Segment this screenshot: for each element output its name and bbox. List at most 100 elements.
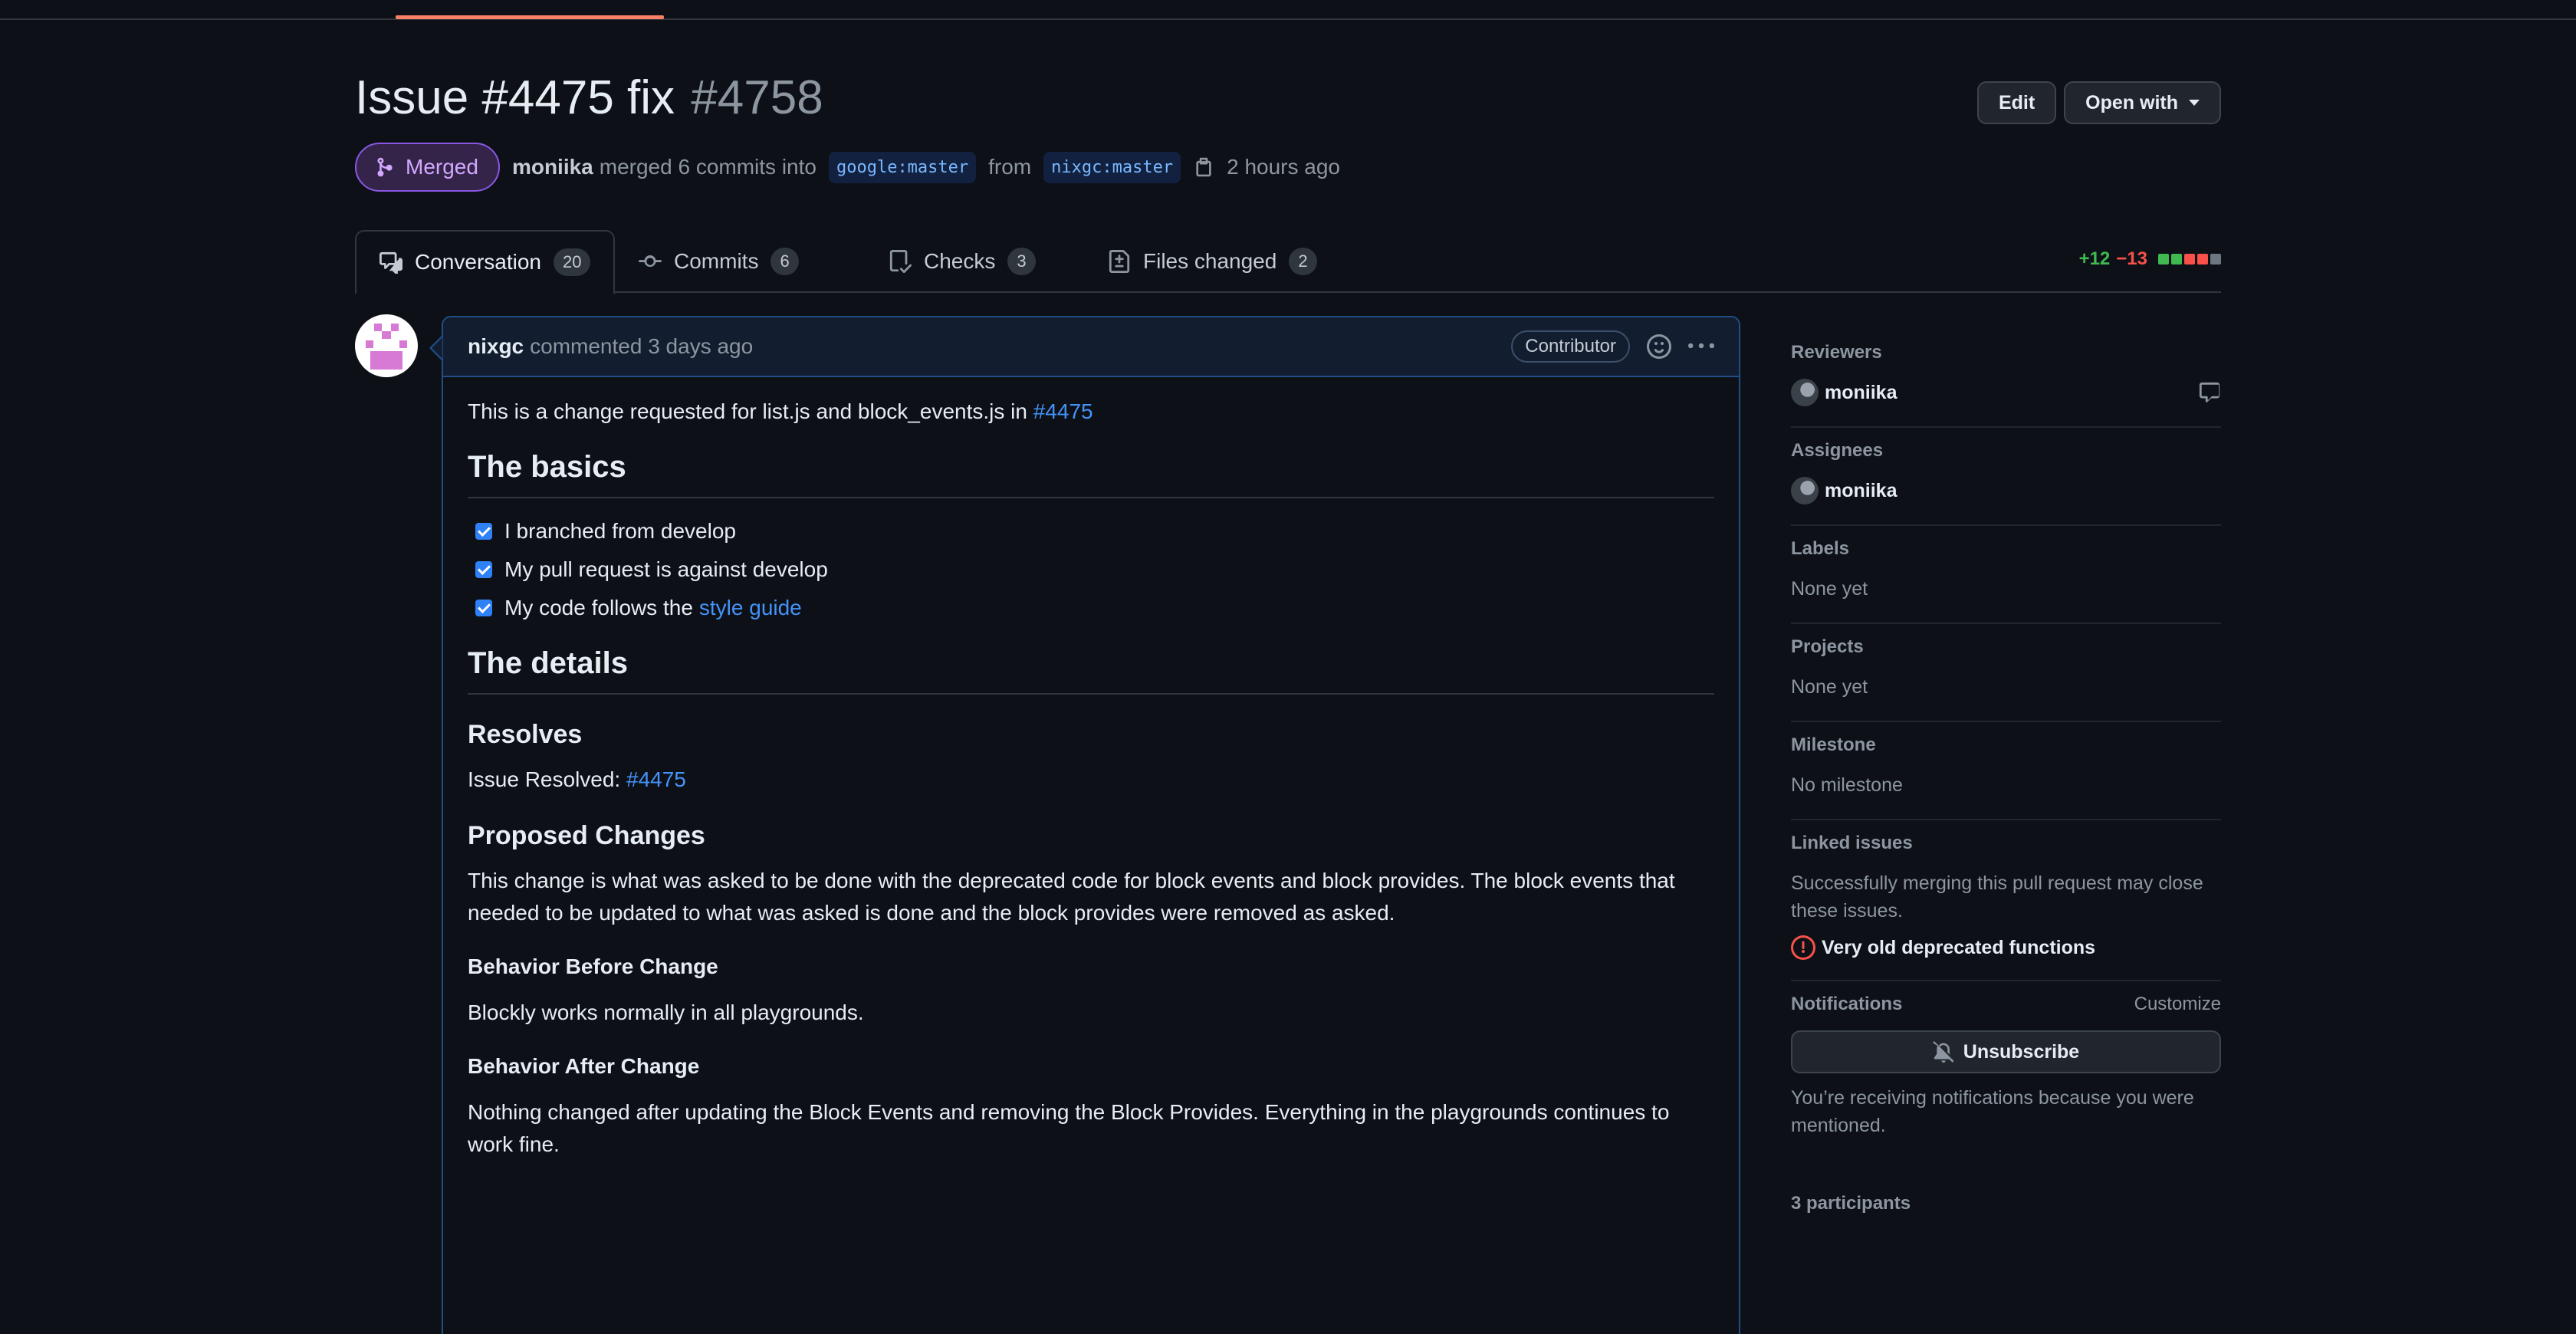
merger-name[interactable]: moniika — [512, 155, 593, 179]
section-title: 3 participants — [1791, 1193, 1911, 1214]
tab-label: Conversation — [415, 250, 541, 274]
tab-counter: 20 — [553, 248, 591, 276]
section-title: Projects — [1791, 636, 1864, 657]
tab-conversation[interactable]: Conversation 20 — [355, 230, 616, 294]
tab-label: Files changed — [1143, 249, 1277, 273]
linked-issues-title[interactable]: Linked issues — [1791, 833, 2221, 854]
comment-actions: Contributor — [1511, 330, 1714, 363]
head-branch[interactable]: nixgc:master — [1043, 151, 1181, 183]
unsubscribe-label: Unsubscribe — [1963, 1040, 2080, 1063]
linked-issue-title: Very old deprecated functions — [1822, 936, 2096, 958]
section-title: Assignees — [1791, 440, 1884, 461]
milestone-value: No milestone — [1791, 774, 1903, 796]
unsubscribe-button[interactable]: Unsubscribe — [1791, 1030, 2221, 1073]
comment-icon[interactable] — [2198, 381, 2221, 404]
customize-link[interactable]: Customize — [2134, 994, 2221, 1015]
base-branch[interactable]: google:master — [828, 151, 977, 183]
labels-value: None yet — [1791, 578, 1868, 600]
tab-label: Commits — [674, 249, 759, 273]
section-title: Labels — [1791, 538, 1850, 559]
style-guide-link[interactable]: style guide — [699, 592, 802, 624]
checkbox-checked[interactable] — [475, 600, 492, 616]
checklist-item: My code follows the style guide — [468, 592, 1714, 624]
resolves-heading: Resolves — [468, 720, 583, 749]
before-text: Blockly works normally in all playground… — [468, 1001, 864, 1024]
pr-title: Issue #4475 fix — [355, 71, 675, 124]
git-merge-icon — [377, 157, 393, 177]
comment-body: This is a change requested for list.js a… — [443, 377, 1739, 1188]
copy-icon[interactable] — [1193, 156, 1214, 178]
participants-title: 3 participants — [1791, 1193, 2221, 1214]
assignees-section: Assignees moniika — [1791, 428, 2221, 526]
projects-title[interactable]: Projects — [1791, 636, 2221, 658]
checklist-icon — [889, 250, 912, 273]
git-commit-icon — [639, 255, 662, 268]
diffstat[interactable]: +12 −13 — [2079, 248, 2221, 270]
merge-action-text: merged 6 commits into — [599, 155, 816, 179]
section-title: Milestone — [1791, 734, 1876, 755]
status-label: Merged — [406, 155, 478, 179]
reviewer-name: moniika — [1825, 381, 1898, 403]
tab-files-changed[interactable]: Files changed 2 — [1085, 230, 1340, 293]
milestone-title[interactable]: Milestone — [1791, 734, 2221, 756]
open-with-label: Open with — [2085, 91, 2178, 113]
pr-meta: Merged moniika merged 6 commits into goo… — [355, 142, 1340, 192]
reviewer-row[interactable]: moniika — [1791, 379, 2221, 406]
diffstat-block — [2210, 254, 2221, 264]
avatar[interactable] — [355, 314, 418, 377]
issue-closed-icon — [1791, 935, 1815, 960]
linked-issue-row[interactable]: Very old deprecated functions — [1791, 935, 2221, 960]
proposed-heading: Proposed Changes — [468, 821, 705, 850]
comment-action[interactable]: commented 3 days ago — [530, 334, 753, 359]
section-title: Linked issues — [1791, 833, 1913, 853]
resolved-paragraph: Issue Resolved: #4475 — [468, 764, 1714, 796]
file-diff-icon — [1109, 250, 1130, 273]
labels-section: Labels None yet — [1791, 526, 2221, 624]
projects-section: Projects None yet — [1791, 624, 2221, 722]
milestone-section: Milestone No milestone — [1791, 722, 2221, 820]
resolved-issue-link[interactable]: #4475 — [626, 767, 686, 791]
diffstat-blocks — [2158, 254, 2221, 264]
comment-author[interactable]: nixgc — [468, 334, 524, 359]
header-actions: Edit Open with — [1976, 81, 2221, 124]
bell-slash-icon — [1933, 1041, 1953, 1063]
edit-button[interactable]: Edit — [1976, 81, 2057, 124]
avatar — [1791, 477, 1819, 504]
tab-checks[interactable]: Checks 3 — [866, 230, 1059, 293]
sidebar: Reviewers moniika Assignees moniika Labe… — [1791, 330, 2221, 1250]
tab-counter: 2 — [1289, 248, 1317, 275]
checkbox-checked[interactable] — [475, 561, 492, 578]
pr-number: #4758 — [691, 71, 823, 124]
linked-issues-section: Linked issues Successfully merging this … — [1791, 820, 2221, 981]
labels-title[interactable]: Labels — [1791, 538, 2221, 560]
checklist-item: My pull request is against develop — [468, 554, 1714, 586]
caret-down-icon — [2189, 100, 2200, 106]
assignees-title[interactable]: Assignees — [1791, 440, 2221, 462]
checkbox-checked[interactable] — [475, 523, 492, 540]
tab-counter: 6 — [770, 248, 799, 275]
diffstat-block — [2171, 254, 2182, 264]
basics-heading: The basics — [468, 448, 1714, 498]
tab-commits[interactable]: Commits 6 — [616, 230, 822, 293]
avatar — [1791, 379, 1819, 406]
smiley-icon[interactable] — [1647, 334, 1671, 359]
diffstat-block — [2197, 254, 2208, 264]
open-with-button[interactable]: Open with — [2064, 81, 2221, 124]
section-title: Reviewers — [1791, 342, 1882, 363]
resolved-label: Issue Resolved: — [468, 767, 621, 791]
details-heading: The details — [468, 644, 1714, 695]
checklist-item: I branched from develop — [468, 515, 1714, 547]
checklist-text: I branched from develop — [504, 519, 736, 543]
before-heading: Behavior Before Change — [468, 955, 718, 978]
issue-link[interactable]: #4475 — [1033, 399, 1093, 423]
section-title: Notifications — [1791, 994, 1903, 1014]
kebab-horizontal-icon[interactable] — [1688, 334, 1714, 360]
comment-discussion-icon — [380, 251, 402, 274]
assignee-row[interactable]: moniika — [1791, 477, 2221, 504]
assignee-name: moniika — [1825, 479, 1898, 501]
reviewers-title[interactable]: Reviewers — [1791, 342, 2221, 363]
role-badge: Contributor — [1511, 330, 1630, 363]
tab-counter: 3 — [1007, 248, 1036, 275]
diffstat-block — [2184, 254, 2195, 264]
checklist-text: My pull request is against develop — [504, 557, 828, 581]
